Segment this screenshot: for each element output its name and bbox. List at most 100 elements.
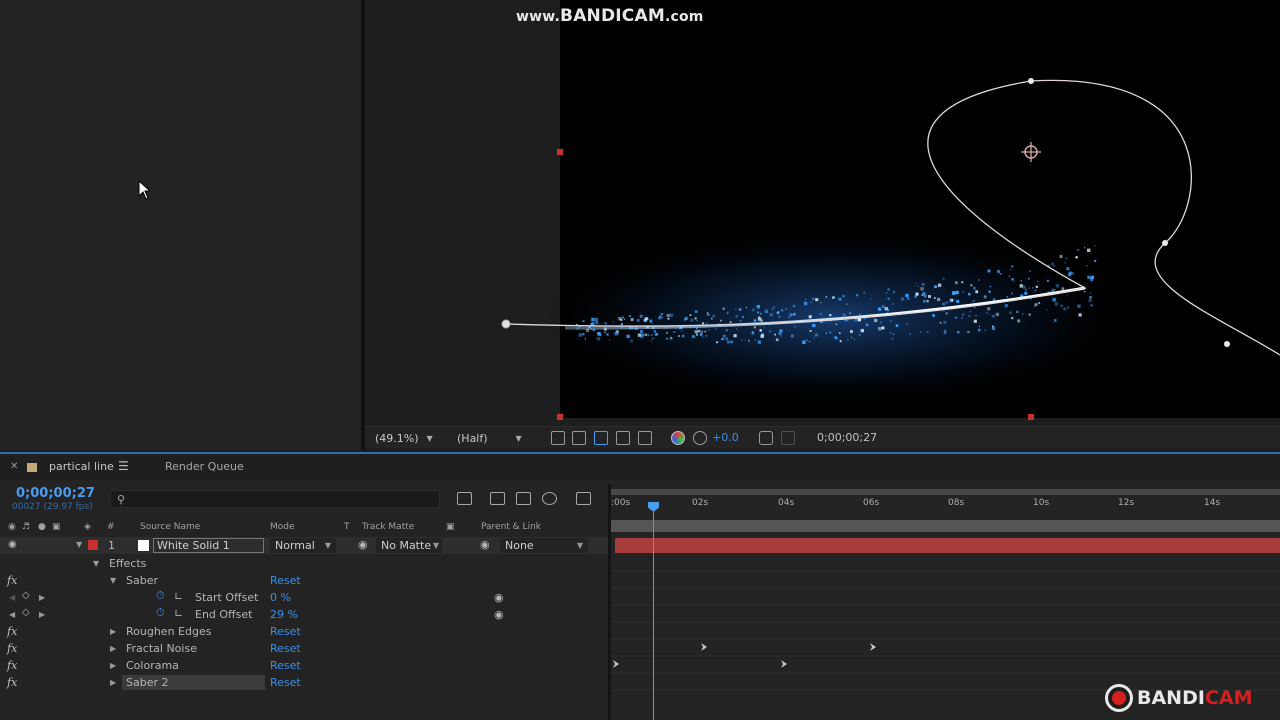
parent-dropdown[interactable]: None ▼ <box>500 538 588 553</box>
next-keyframe-icon[interactable]: ▶ <box>39 610 45 619</box>
ruler-tick-label: 04s <box>778 498 795 508</box>
lock-icon[interactable]: ▣ <box>52 522 61 532</box>
tab-partical-line[interactable]: partical line <box>49 460 114 473</box>
transparency-grid-icon[interactable] <box>572 431 586 445</box>
show-snapshot-icon[interactable] <box>781 431 795 445</box>
chevron-down-icon[interactable]: ▼ <box>93 559 99 568</box>
saber2-reset-link[interactable]: Reset <box>270 676 301 689</box>
add-keyframe-icon[interactable]: ◇ <box>22 590 30 601</box>
magnification-dropdown[interactable]: (49.1%) ▼ <box>375 430 437 446</box>
chevron-right-icon[interactable]: ▶ <box>110 644 116 653</box>
exposure-value[interactable]: +0.0 <box>712 431 739 444</box>
saber2-row[interactable]: fx ▶ Saber 2 Reset <box>0 674 608 691</box>
frame-blending-icon[interactable] <box>542 492 557 505</box>
solo-icon[interactable]: ● <box>38 522 46 532</box>
composition-viewer[interactable] <box>365 0 1280 426</box>
playhead-line[interactable] <box>653 502 654 720</box>
current-time-display[interactable]: 0;00;00;27 <box>16 486 95 501</box>
video-visibility-icon[interactable]: ◉ <box>8 522 16 532</box>
graph-icon[interactable]: ∟ <box>174 590 183 603</box>
effects-group-row[interactable]: ▼ Effects <box>0 555 608 572</box>
chevron-right-icon[interactable]: ▶ <box>110 661 116 670</box>
color-management-icon[interactable] <box>693 431 707 445</box>
fractal-noise-label: Fractal Noise <box>126 642 197 655</box>
preserve-transparency-icon[interactable]: ◉ <box>358 538 368 551</box>
pickwhip-icon[interactable]: ◉ <box>480 538 490 551</box>
snapshot-camera-icon[interactable] <box>759 431 773 445</box>
mode-dropdown[interactable]: Normal ▼ <box>270 538 336 553</box>
saber-reset-link[interactable]: Reset <box>270 574 301 587</box>
chevron-right-icon[interactable]: ▶ <box>110 678 116 687</box>
fractal-noise-row[interactable]: fx ▶ Fractal Noise Reset <box>0 640 608 657</box>
stopwatch-icon[interactable]: ⏱ <box>156 606 165 620</box>
label-tag-icon[interactable]: ◈ <box>84 522 91 532</box>
shy-layers-icon[interactable] <box>516 492 531 505</box>
graph-editor-icon[interactable] <box>576 492 591 505</box>
end-offset-value[interactable]: 29 % <box>270 608 298 621</box>
frame-count: 00027 (29.97 fps) <box>12 502 93 512</box>
column-track-matte[interactable]: Track Matte <box>362 522 414 532</box>
particle <box>772 306 775 309</box>
expression-pickwhip-icon[interactable]: ◉ <box>494 608 504 621</box>
end-offset-row[interactable]: ◀ ◇ ▶ ⏱ ∟ End Offset 29 % ◉ <box>0 606 608 623</box>
prev-keyframe-icon[interactable]: ◀ <box>9 593 15 602</box>
panel-menu-icon[interactable]: ☰ <box>118 459 129 473</box>
graph-icon[interactable]: ∟ <box>174 607 183 620</box>
layer-duration-bar[interactable] <box>615 538 1280 553</box>
region-of-interest-icon[interactable] <box>616 431 630 445</box>
audio-icon[interactable]: ♬ <box>22 522 30 532</box>
column-mode[interactable]: Mode <box>270 522 295 532</box>
color-channels-icon[interactable] <box>671 431 685 445</box>
column-parent-link[interactable]: Parent & Link <box>481 522 541 532</box>
fractal-noise-reset-link[interactable]: Reset <box>270 642 301 655</box>
layer-search-input[interactable]: ⚲ <box>110 490 440 508</box>
fx-icon[interactable]: fx <box>7 625 17 638</box>
particle <box>694 317 697 320</box>
fx-icon[interactable]: fx <box>7 574 17 587</box>
tab-render-queue[interactable]: Render Queue <box>165 460 244 473</box>
particle <box>835 323 838 325</box>
next-keyframe-icon[interactable]: ▶ <box>39 593 45 602</box>
layer-row[interactable]: ◉ ▼ 1 White Solid 1 Normal ▼ ◉ No Matte … <box>0 537 608 554</box>
roughen-edges-reset-link[interactable]: Reset <box>270 625 301 638</box>
layer-name-field[interactable]: White Solid 1 <box>153 538 264 553</box>
chevron-down-icon[interactable]: ▼ <box>76 540 82 549</box>
grid-guides-icon[interactable] <box>638 431 652 445</box>
resolution-dropdown[interactable]: (Half) ▼ <box>457 430 537 446</box>
expression-pickwhip-icon[interactable]: ◉ <box>494 591 504 604</box>
viewer-timecode[interactable]: 0;00;00;27 <box>817 431 877 444</box>
composition-flowchart-icon[interactable] <box>457 492 472 505</box>
layer-label-color[interactable] <box>88 540 98 550</box>
particle <box>745 307 748 309</box>
stopwatch-icon[interactable]: ⏱ <box>156 589 165 603</box>
fx-icon[interactable]: fx <box>7 659 17 672</box>
switches-icon[interactable]: ▣ <box>446 522 455 532</box>
column-source-name[interactable]: Source Name <box>140 522 200 532</box>
work-area-bar[interactable] <box>611 520 1280 532</box>
chevron-down-icon[interactable]: ▼ <box>110 576 116 585</box>
fast-previews-icon[interactable] <box>551 431 565 445</box>
particle <box>753 319 757 322</box>
fx-icon[interactable]: fx <box>7 676 17 689</box>
time-navigator-bar[interactable] <box>611 489 1280 495</box>
particle <box>651 334 653 336</box>
particle <box>788 316 790 318</box>
add-keyframe-icon[interactable]: ◇ <box>22 607 30 618</box>
saber-effect-row[interactable]: fx ▼ Saber Reset <box>0 572 608 589</box>
particle <box>987 269 991 273</box>
draft-3d-icon[interactable] <box>490 492 505 505</box>
particle <box>681 334 685 338</box>
prev-keyframe-icon[interactable]: ◀ <box>9 610 15 619</box>
time-ruler[interactable] <box>611 484 1280 520</box>
colorama-reset-link[interactable]: Reset <box>270 659 301 672</box>
close-icon[interactable]: ✕ <box>10 461 18 472</box>
start-offset-row[interactable]: ◀ ◇ ▶ ⏱ ∟ Start Offset 0 % ◉ <box>0 589 608 606</box>
track-matte-dropdown[interactable]: No Matte ▼ <box>376 538 442 553</box>
chevron-right-icon[interactable]: ▶ <box>110 627 116 636</box>
start-offset-value[interactable]: 0 % <box>270 591 291 604</box>
mask-path-visibility-icon[interactable] <box>594 431 608 445</box>
eye-icon[interactable]: ◉ <box>8 539 17 550</box>
roughen-edges-row[interactable]: fx ▶ Roughen Edges Reset <box>0 623 608 640</box>
fx-icon[interactable]: fx <box>7 642 17 655</box>
colorama-row[interactable]: fx ▶ Colorama Reset <box>0 657 608 674</box>
